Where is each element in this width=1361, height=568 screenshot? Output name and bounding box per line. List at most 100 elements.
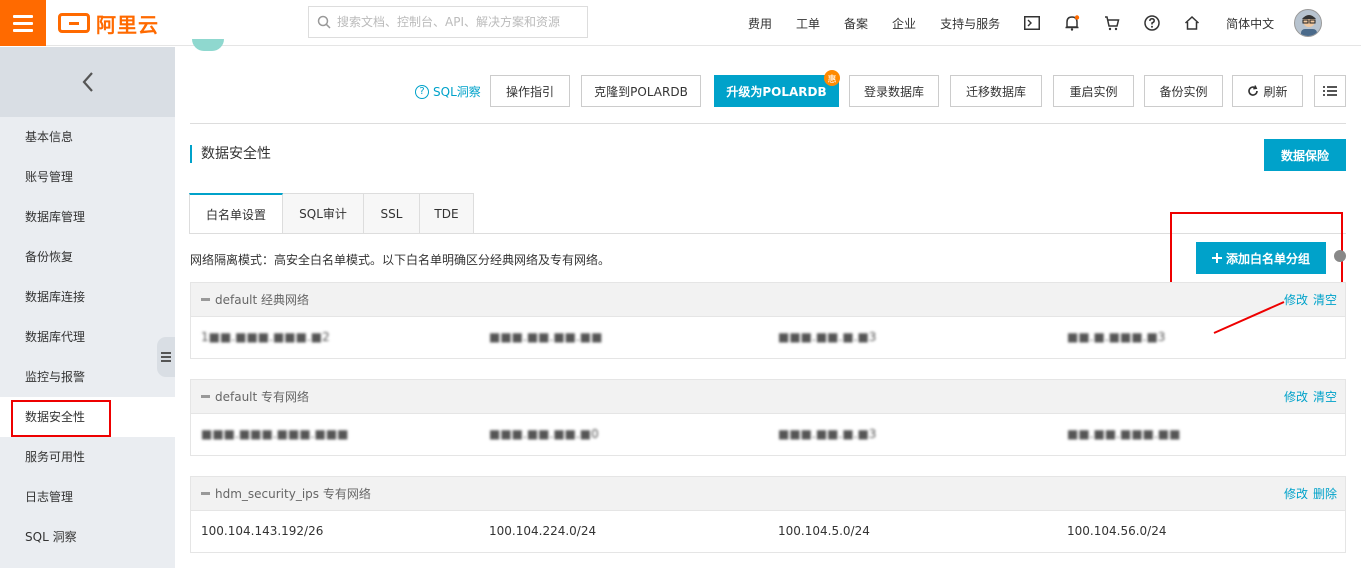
sidebar-item-connection[interactable]: 数据库连接 <box>0 277 175 317</box>
network-mode-text: 网络隔离模式：高安全白名单模式。以下白名单明确区分经典网络及专有网络。 <box>190 253 611 267</box>
terminal-icon[interactable] <box>1012 0 1052 46</box>
sidebar-item-basic-info[interactable]: 基本信息 <box>0 117 175 157</box>
collapse-icon[interactable] <box>201 298 210 301</box>
ip-row: 100.104.143.192/26 100.104.224.0/24 100.… <box>191 511 1345 552</box>
whitelist-group-classic: default 经典网络 修改 清空 1■■.■■■.■■■.■2 ■■■.■■… <box>190 282 1346 359</box>
refresh-icon <box>1248 85 1259 96</box>
tab-tde[interactable]: TDE <box>420 193 474 234</box>
ip-entry: ■■■.■■.■■.■0 <box>489 427 599 441</box>
top-nav: 费用 工单 备案 企业 支持与服务 简体中文 <box>736 0 1323 46</box>
ip-entry: ■■■.■■.■.■3 <box>778 427 877 441</box>
migrate-db-button[interactable]: 迁移数据库 <box>950 75 1042 107</box>
annotation-box-add-group <box>1170 212 1343 285</box>
avatar[interactable] <box>1294 9 1323 37</box>
edit-link[interactable]: 修改 <box>1284 388 1308 405</box>
edit-link[interactable]: 修改 <box>1284 291 1308 308</box>
group-header: default 专有网络 修改 清空 <box>191 380 1345 414</box>
promo-badge: 惠 <box>824 70 840 86</box>
sql-insight-link[interactable]: ? SQL洞察 <box>415 83 481 100</box>
sidebar-item-sql-insight[interactable]: SQL 洞察 <box>0 517 175 557</box>
sidebar-item-logs[interactable]: 日志管理 <box>0 477 175 517</box>
clone-to-polardb-button[interactable]: 克隆到POLARDB <box>581 75 701 107</box>
nav-billing[interactable]: 费用 <box>736 15 784 32</box>
nav-icp[interactable]: 备案 <box>832 15 880 32</box>
group-name: default 经典网络 <box>215 293 310 307</box>
group-header: default 经典网络 修改 清空 <box>191 283 1345 317</box>
restart-instance-button[interactable]: 重启实例 <box>1053 75 1134 107</box>
upgrade-polardb-button[interactable]: 升级为POLARDB 惠 <box>714 70 840 107</box>
sidebar-item-availability[interactable]: 服务可用性 <box>0 437 175 477</box>
whitelist-group-hdm: hdm_security_ips 专有网络 修改 删除 100.104.143.… <box>190 476 1346 553</box>
home-icon[interactable] <box>1172 0 1212 46</box>
ip-row: 1■■.■■■.■■■.■2 ■■■.■■.■■.■■ ■■■.■■.■.■3 … <box>191 317 1345 358</box>
clear-link[interactable]: 清空 <box>1313 291 1337 308</box>
brand-name: 阿里云 <box>96 12 159 37</box>
ip-entry: ■■■.■■.■■.■■ <box>489 330 603 344</box>
refresh-label: 刷新 <box>1263 84 1288 99</box>
sidebar-item-monitoring[interactable]: 监控与报警 <box>0 357 175 397</box>
tab-sql-audit[interactable]: SQL审计 <box>283 193 364 234</box>
delete-link[interactable]: 删除 <box>1313 485 1337 502</box>
ip-entry: 100.104.56.0/24 <box>1067 524 1167 538</box>
divider <box>190 123 1346 124</box>
instance-toolbar: ? SQL洞察 操作指引 克隆到POLARDB 升级为POLARDB 惠 登录数… <box>175 70 1355 107</box>
instance-status-icon <box>192 39 224 51</box>
sidebar-back-button[interactable] <box>0 47 175 117</box>
sidebar-item-accounts[interactable]: 账号管理 <box>0 157 175 197</box>
collapse-icon[interactable] <box>201 395 210 398</box>
sidebar-item-databases[interactable]: 数据库管理 <box>0 197 175 237</box>
ip-entry: ■■■.■■■.■■■.■■■ <box>201 427 349 441</box>
collapse-icon[interactable] <box>201 492 210 495</box>
sidebar-item-proxy[interactable]: 数据库代理 <box>0 317 175 357</box>
menu-icon[interactable] <box>0 0 46 46</box>
security-tabs: 白名单设置 SQL审计 SSL TDE <box>189 193 474 234</box>
nav-tickets[interactable]: 工单 <box>784 15 832 32</box>
nav-support[interactable]: 支持与服务 <box>928 15 1012 32</box>
question-icon: ? <box>415 84 429 99</box>
ip-entry: ■■■.■■.■.■3 <box>778 330 877 344</box>
list-view-icon <box>1323 86 1337 96</box>
sql-insight-label: SQL洞察 <box>433 85 481 99</box>
group-header: hdm_security_ips 专有网络 修改 删除 <box>191 477 1345 511</box>
refresh-button[interactable]: 刷新 <box>1232 75 1303 107</box>
language-switch[interactable]: 简体中文 <box>1212 15 1288 32</box>
edit-link[interactable]: 修改 <box>1284 485 1308 502</box>
backup-instance-button[interactable]: 备份实例 <box>1144 75 1223 107</box>
whitelist-group-vpc: default 专有网络 修改 清空 ■■■.■■■.■■■.■■■ ■■■.■… <box>190 379 1346 456</box>
bell-icon[interactable] <box>1052 0 1092 46</box>
ip-entry: ■■.■.■■■.■3 <box>1067 330 1166 344</box>
tab-ssl[interactable]: SSL <box>364 193 420 234</box>
list-icon <box>161 352 171 362</box>
tab-whitelist[interactable]: 白名单设置 <box>189 193 283 234</box>
upgrade-polardb-label: 升级为POLARDB <box>726 84 827 99</box>
ip-row: ■■■.■■■.■■■.■■■ ■■■.■■.■■.■0 ■■■.■■.■.■3… <box>191 414 1345 455</box>
ip-entry: 100.104.224.0/24 <box>489 524 597 538</box>
scroll-indicator <box>1334 250 1346 262</box>
cart-icon[interactable] <box>1092 0 1132 46</box>
sidebar: 基本信息 账号管理 数据库管理 备份恢复 数据库连接 数据库代理 监控与报警 数… <box>0 47 175 568</box>
guide-button[interactable]: 操作指引 <box>490 75 570 107</box>
nav-enterprise[interactable]: 企业 <box>880 15 928 32</box>
help-icon[interactable] <box>1132 0 1172 46</box>
search-box[interactable] <box>308 6 588 38</box>
group-name: default 专有网络 <box>215 390 310 404</box>
group-name: hdm_security_ips 专有网络 <box>215 487 371 501</box>
sidebar-toggle-handle[interactable] <box>157 337 175 377</box>
sidebar-menu: 基本信息 账号管理 数据库管理 备份恢复 数据库连接 数据库代理 监控与报警 数… <box>0 117 175 557</box>
clear-link[interactable]: 清空 <box>1313 388 1337 405</box>
login-db-button[interactable]: 登录数据库 <box>849 75 939 107</box>
annotation-box-security <box>11 400 111 437</box>
aliyun-logo[interactable]: 阿里云 <box>58 10 159 37</box>
search-input[interactable] <box>337 15 577 29</box>
search-icon <box>317 15 331 29</box>
ip-entry: ■■.■■.■■■.■■ <box>1067 427 1181 441</box>
sidebar-item-backup[interactable]: 备份恢复 <box>0 237 175 277</box>
main-content: ? SQL洞察 操作指引 克隆到POLARDB 升级为POLARDB 惠 登录数… <box>175 39 1361 568</box>
menu-list-button[interactable] <box>1314 75 1346 107</box>
ip-entry: 100.104.143.192/26 <box>201 524 324 538</box>
chevron-left-icon <box>82 72 93 92</box>
page-title: 数据安全性 <box>190 145 271 163</box>
ip-entry: 1■■.■■■.■■■.■2 <box>201 330 330 344</box>
data-protect-button[interactable]: 数据保险 <box>1264 139 1346 171</box>
logo-mark <box>58 13 90 33</box>
